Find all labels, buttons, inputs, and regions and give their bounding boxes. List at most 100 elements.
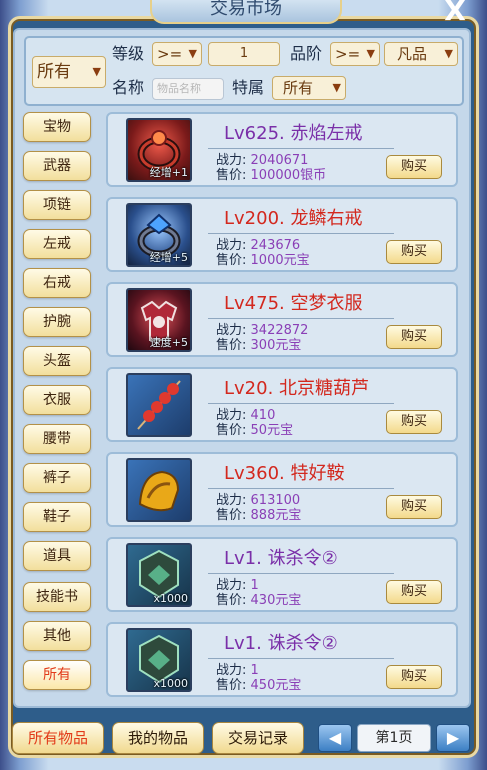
close-button[interactable]: X [439, 0, 471, 26]
item-name: Lv475. 空梦衣服 [224, 293, 363, 314]
attribute-dropdown[interactable]: 所有 ▼ [272, 76, 346, 100]
ring-icon[interactable]: 经增+5 [126, 203, 192, 267]
item-power: 战力: 1 [216, 664, 259, 678]
category-button[interactable]: 道具 [23, 541, 91, 571]
list-item: 经增+5 Lv200. 龙鳞右戒 战力: 243676 售价: 1000元宝 购… [106, 197, 458, 272]
category-button[interactable]: 其他 [23, 621, 91, 651]
item-name: Lv1. 诛杀令② [224, 633, 338, 654]
power-label: 战力: [216, 578, 247, 593]
chevron-down-icon: ▼ [92, 65, 101, 78]
divider [208, 573, 394, 574]
category-label: 其他 [43, 628, 71, 644]
divider [208, 233, 394, 234]
item-power: 战力: 243676 [216, 239, 300, 253]
level-operator-dropdown[interactable]: >= ▼ [152, 42, 202, 66]
chevron-down-icon: ▼ [332, 81, 341, 94]
grade-operator-value: >= [335, 45, 361, 63]
ring-icon[interactable]: 经增+1 [126, 118, 192, 182]
divider [208, 403, 394, 404]
category-dropdown[interactable]: 所有 ▼ [32, 56, 106, 88]
chevron-down-icon: ▼ [366, 47, 375, 60]
category-button[interactable]: 技能书 [23, 582, 91, 612]
level-input-value: 1 [239, 46, 249, 61]
price-label: 售价: [216, 678, 247, 693]
tab-all-items[interactable]: 所有物品 [12, 722, 104, 754]
name-search-input[interactable]: 物品名称 [152, 78, 224, 100]
grade-label: 品阶 [290, 44, 323, 63]
price-label: 售价: [216, 253, 247, 268]
list-item: Lv20. 北京糖葫芦 战力: 410 售价: 50元宝 购买 [106, 367, 458, 442]
category-label: 鞋子 [43, 509, 71, 525]
power-value: 1 [250, 663, 259, 678]
buy-button[interactable]: 购买 [386, 580, 442, 604]
grade-dropdown-value: 凡品 [397, 45, 428, 63]
item-name: Lv625. 赤焰左戒 [224, 123, 363, 144]
divider [208, 318, 394, 319]
category-label: 裤子 [43, 470, 71, 486]
saddle-icon[interactable] [126, 458, 192, 522]
power-value: 3422872 [250, 323, 309, 338]
price-value: 300元宝 [250, 338, 302, 353]
page-indicator: 第1页 [357, 724, 431, 752]
prev-page-button[interactable]: ◀ [318, 724, 352, 752]
category-button[interactable]: 项链 [23, 190, 91, 220]
chevron-down-icon: ▼ [188, 47, 197, 60]
category-button[interactable]: 护腕 [23, 307, 91, 337]
price-value: 1000元宝 [250, 253, 310, 268]
category-button[interactable]: 头盔 [23, 346, 91, 376]
list-item: x1000 Lv1. 诛杀令② 战力: 1 售价: 450元宝 购买 [106, 622, 458, 697]
item-power: 战力: 410 [216, 409, 275, 423]
item-name: Lv20. 北京糖葫芦 [224, 378, 370, 399]
level-label: 等级 [112, 44, 145, 63]
grade-dropdown[interactable]: 凡品 ▼ [384, 42, 458, 66]
category-button[interactable]: 宝物 [23, 112, 91, 142]
item-badge: 经增+5 [149, 251, 188, 264]
chevron-down-icon: ▼ [444, 47, 453, 60]
token-icon[interactable]: x1000 [126, 543, 192, 607]
power-label: 战力: [216, 663, 247, 678]
category-button[interactable]: 衣服 [23, 385, 91, 415]
attribute-label: 特属 [232, 78, 265, 97]
buy-button[interactable]: 购买 [386, 155, 442, 179]
category-button[interactable]: 左戒 [23, 229, 91, 259]
token-icon[interactable]: x1000 [126, 628, 192, 692]
grade-operator-dropdown[interactable]: >= ▼ [330, 42, 380, 66]
category-button[interactable]: 右戒 [23, 268, 91, 298]
price-label: 售价: [216, 508, 247, 523]
level-input[interactable]: 1 [208, 42, 280, 66]
item-price: 售价: 300元宝 [216, 339, 301, 353]
category-button[interactable]: 裤子 [23, 463, 91, 493]
item-name: Lv1. 诛杀令② [224, 548, 338, 569]
price-value: 430元宝 [250, 593, 302, 608]
category-button[interactable]: 鞋子 [23, 502, 91, 532]
list-item: Lv360. 特好鞍 战力: 613100 售价: 888元宝 购买 [106, 452, 458, 527]
attribute-dropdown-value: 所有 [283, 79, 314, 97]
next-page-button[interactable]: ▶ [436, 724, 470, 752]
category-button[interactable]: 腰带 [23, 424, 91, 454]
tab-my-items[interactable]: 我的物品 [112, 722, 204, 754]
category-label: 技能书 [36, 589, 78, 605]
buy-button[interactable]: 购买 [386, 665, 442, 689]
power-value: 1 [250, 578, 259, 593]
buy-button[interactable]: 购买 [386, 325, 442, 349]
buy-button[interactable]: 购买 [386, 240, 442, 264]
item-power: 战力: 2040671 [216, 154, 308, 168]
candied-haws-icon[interactable] [126, 373, 192, 437]
armor-icon[interactable]: 速度+5 [126, 288, 192, 352]
category-label: 衣服 [43, 392, 71, 408]
item-badge: x1000 [153, 592, 188, 605]
buy-button[interactable]: 购买 [386, 495, 442, 519]
item-price: 售价: 1000元宝 [216, 254, 310, 268]
power-value: 2040671 [250, 153, 309, 168]
candied-haws-graphic [137, 380, 181, 430]
buy-button[interactable]: 购买 [386, 410, 442, 434]
item-power: 战力: 613100 [216, 494, 300, 508]
item-badge: 速度+5 [149, 336, 188, 349]
price-label: 售价: [216, 168, 247, 183]
category-button[interactable]: 武器 [23, 151, 91, 181]
price-value: 450元宝 [250, 678, 302, 693]
list-item: x1000 Lv1. 诛杀令② 战力: 1 售价: 430元宝 购买 [106, 537, 458, 612]
category-button-selected[interactable]: 所有 [23, 660, 91, 690]
tab-trade-history[interactable]: 交易记录 [212, 722, 304, 754]
item-price: 售价: 450元宝 [216, 679, 301, 693]
